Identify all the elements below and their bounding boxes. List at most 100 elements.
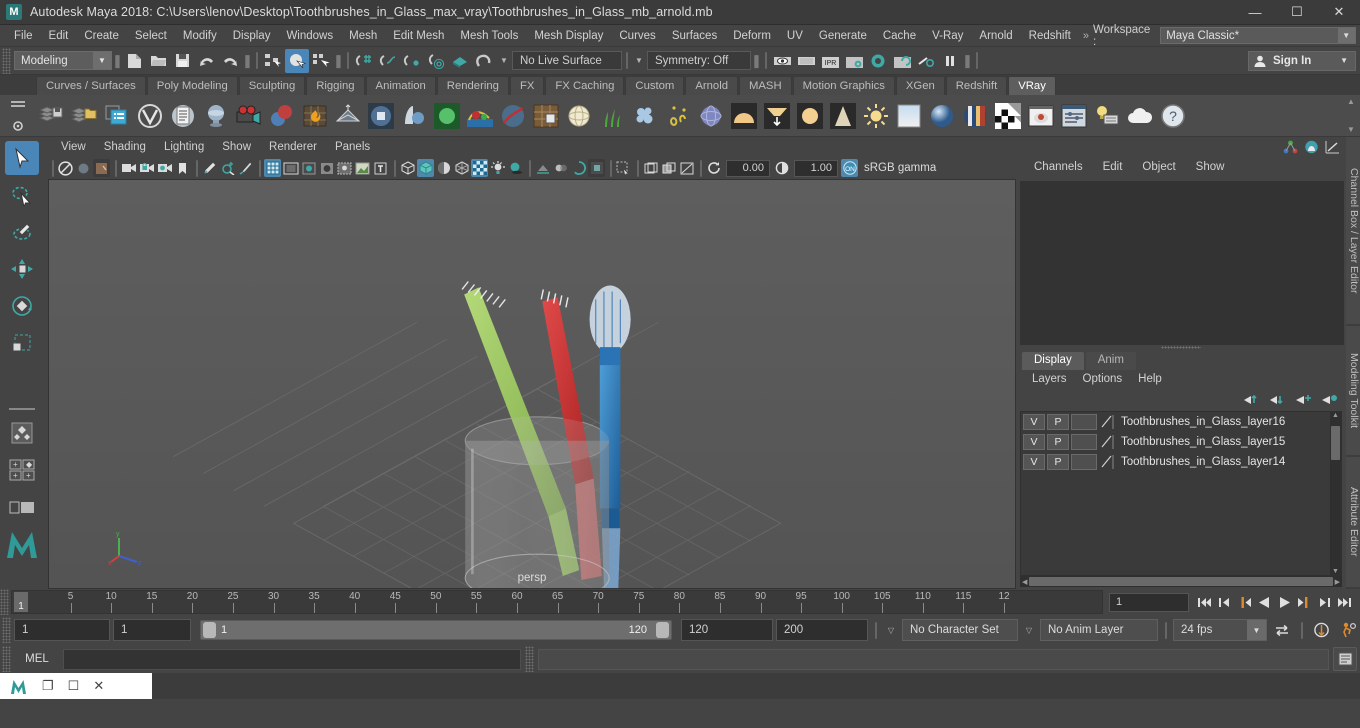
toolbar-separator[interactable] — [343, 52, 352, 69]
toolbar-separator[interactable] — [633, 160, 642, 177]
screen-space-ao-icon[interactable] — [534, 159, 551, 177]
menu-surfaces[interactable]: Surfaces — [664, 25, 725, 47]
textured-checker-icon[interactable] — [471, 159, 488, 177]
script-language-label[interactable]: MEL — [15, 653, 59, 665]
ipr-render-button[interactable]: IPR — [818, 49, 842, 73]
create-new-layer-icon[interactable] — [1295, 393, 1312, 406]
toolbar-separator[interactable] — [255, 160, 264, 177]
show-manipulator-icon[interactable] — [1283, 140, 1298, 154]
hypershade-button[interactable] — [866, 49, 890, 73]
time-slider[interactable]: 1 5 10 15 20 25 30 35 40 45 50 55 60 65 70 75 80 85 90 95 1… — [11, 590, 1103, 614]
display-layer-list[interactable]: V P Toothbrushes_in_Glass_layer16 V P To — [1020, 410, 1342, 576]
create-layer-from-selection-icon[interactable] — [1321, 393, 1338, 406]
shadows-icon[interactable] — [507, 159, 524, 177]
chevron-down-icon[interactable]: ▼ — [1332, 568, 1339, 575]
auto-keyframe-button[interactable] — [1309, 618, 1333, 642]
channelbox-menu-object[interactable]: Object — [1132, 161, 1185, 173]
scroll-thumb[interactable] — [1029, 577, 1333, 586]
layer-visibility-toggle[interactable]: V — [1023, 453, 1045, 470]
shelf-tab-redshift[interactable]: Redshift — [945, 76, 1008, 95]
menu-curves[interactable]: Curves — [611, 25, 663, 47]
toolbar-separator[interactable] — [48, 160, 57, 177]
paint-effects-icon[interactable] — [237, 159, 254, 177]
channelbox-menu-edit[interactable]: Edit — [1093, 161, 1133, 173]
shelf-tab-fx[interactable]: FX — [509, 76, 545, 95]
vray-sphere-fade-icon[interactable] — [696, 100, 726, 132]
toolbar-separator[interactable] — [1161, 622, 1170, 639]
live-surface-field[interactable]: No Live Surface — [512, 51, 622, 70]
menu-uv[interactable]: UV — [779, 25, 811, 47]
character-set-arrow-icon[interactable]: ▽ — [883, 626, 899, 635]
toolbar-separator[interactable] — [390, 160, 399, 177]
vray-volume-grid-icon[interactable] — [300, 100, 330, 132]
step-forward-button[interactable] — [1315, 592, 1334, 612]
scroll-thumb[interactable] — [1331, 425, 1340, 460]
menu-edit[interactable]: Edit — [41, 25, 77, 47]
chevron-up-icon[interactable]: ▲ — [1347, 97, 1355, 106]
render-setup-button[interactable] — [914, 49, 938, 73]
range-handle-right[interactable] — [656, 622, 669, 638]
snap-to-grid-button[interactable] — [352, 49, 376, 73]
bookmark-sphere-icon[interactable] — [75, 159, 92, 177]
shelf-tab-fx-caching[interactable]: FX Caching — [545, 76, 625, 95]
go-to-end-button[interactable] — [1335, 592, 1354, 612]
smooth-shading-icon[interactable] — [417, 159, 434, 177]
next-key-button[interactable] — [1295, 592, 1314, 612]
menu-redshift[interactable]: Redshift — [1021, 25, 1079, 47]
shelf-tab-custom[interactable]: Custom — [625, 76, 685, 95]
menu-mesh[interactable]: Mesh — [341, 25, 385, 47]
shelf-tab-curves-surfaces[interactable]: Curves / Surfaces — [36, 76, 146, 95]
vray-render-settings-icon[interactable] — [168, 100, 198, 132]
viewport-menu-view[interactable]: View — [52, 141, 95, 153]
move-layer-down-icon[interactable] — [1269, 393, 1286, 406]
text-display-icon[interactable] — [372, 159, 389, 177]
grease-pencil-icon[interactable] — [201, 159, 218, 177]
vray-material-icon[interactable] — [201, 100, 231, 132]
layer-color-swatch[interactable] — [1099, 414, 1115, 430]
layer-color-swatch[interactable] — [1099, 454, 1115, 470]
animation-preferences-button[interactable] — [1336, 618, 1360, 642]
toolbar-separator[interactable] — [622, 52, 631, 69]
vray-light-dome-icon[interactable] — [399, 100, 429, 132]
workspace-select[interactable]: Maya Classic* ▼ — [1160, 27, 1356, 44]
scale-tool[interactable] — [5, 326, 39, 360]
layer-menu-help[interactable]: Help — [1130, 373, 1170, 385]
exposure-icon[interactable] — [705, 159, 722, 177]
layer-name[interactable]: Toothbrushes_in_Glass_layer16 — [1117, 416, 1285, 428]
attribute-editor-icon[interactable] — [1304, 140, 1319, 154]
viewport-menu-panels[interactable]: Panels — [326, 141, 379, 153]
shaded-textured-icon[interactable] — [435, 159, 452, 177]
range-end-field[interactable]: 120 — [681, 619, 773, 641]
grid-toggle-icon[interactable] — [264, 159, 281, 177]
tab-anim-layers[interactable]: Anim — [1085, 351, 1136, 370]
toolbar-separator[interactable] — [252, 52, 261, 69]
vray-attributes-icon[interactable] — [102, 100, 132, 132]
shelf-settings-icon[interactable] — [8, 118, 28, 134]
xray-active-components-icon[interactable] — [354, 159, 371, 177]
select-by-component-button[interactable] — [309, 49, 333, 73]
camera-settings-icon[interactable] — [156, 159, 173, 177]
select-camera-icon[interactable] — [57, 159, 74, 177]
channelbox-menu-channels[interactable]: Channels — [1024, 161, 1093, 173]
lock-icon[interactable]: 🔒 — [1356, 29, 1360, 43]
signin-button[interactable]: Sign In ▼ — [1248, 50, 1356, 71]
toolbar-separator[interactable] — [525, 160, 534, 177]
vray-ies-light-icon[interactable] — [762, 100, 792, 132]
vray-sky-icon[interactable] — [894, 100, 924, 132]
table-row[interactable]: V P Toothbrushes_in_Glass_layer14 — [1021, 452, 1341, 472]
vray-light-rect-icon[interactable] — [366, 100, 396, 132]
vray-physical-camera-icon[interactable] — [234, 100, 264, 132]
xray-mode-icon[interactable] — [642, 159, 659, 177]
restore-window-button[interactable]: ❐ — [42, 678, 54, 694]
xray-duplicate-icon[interactable] — [660, 159, 677, 177]
layer-list-hscrollbar[interactable]: ◀ ▶ — [1020, 576, 1342, 587]
go-to-start-button[interactable] — [1195, 592, 1214, 612]
sidetab-attribute-editor[interactable]: Attribute Editor — [1346, 457, 1360, 588]
play-backwards-button[interactable] — [1255, 592, 1274, 612]
layer-name[interactable]: Toothbrushes_in_Glass_layer14 — [1117, 456, 1285, 468]
render-settings-button[interactable] — [842, 49, 866, 73]
layer-menu-options[interactable]: Options — [1075, 373, 1131, 385]
open-scene-button[interactable] — [146, 49, 170, 73]
current-time-indicator[interactable]: 1 — [14, 592, 28, 612]
play-forwards-button[interactable] — [1275, 592, 1294, 612]
